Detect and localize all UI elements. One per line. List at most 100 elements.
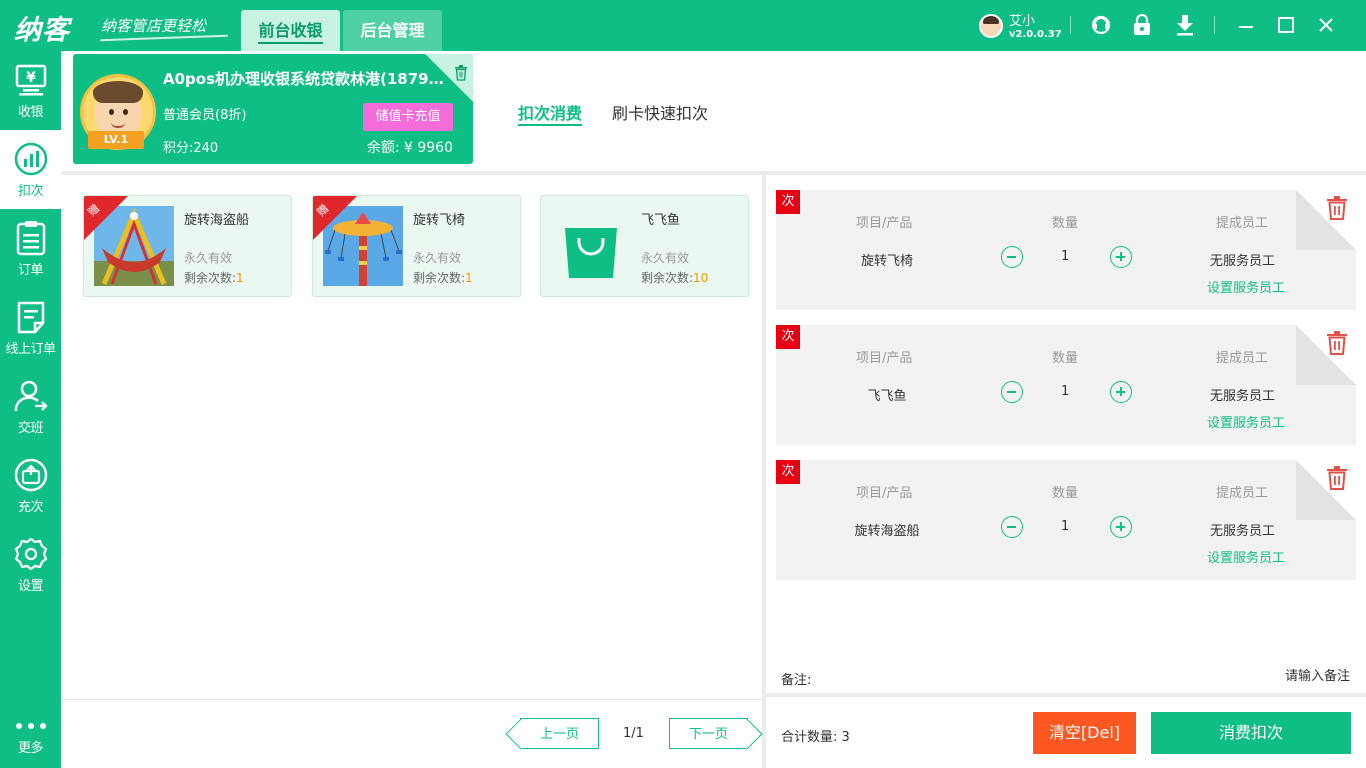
clear-button[interactable]: 清空[Del]: [1033, 712, 1136, 754]
maximize-icon[interactable]: [1273, 12, 1299, 38]
delete-member-icon[interactable]: [454, 65, 468, 81]
top-separator: [1214, 16, 1215, 34]
cart-item: 次 项目/产品 数量 提成员工 飞飞鱼 1 无服务员工 设置服务员工: [776, 325, 1356, 445]
minimize-icon[interactable]: [1233, 12, 1259, 38]
sidebar-item-recharge-times[interactable]: 充次: [0, 446, 61, 525]
tab-deduct-consume[interactable]: 扣次消费: [518, 100, 582, 124]
product-validity: 永久有效: [413, 251, 462, 265]
product-remaining: 剩余次数:1: [413, 269, 473, 286]
set-service-staff-link[interactable]: 设置服务员工: [1207, 412, 1285, 431]
sidebar-item-shift[interactable]: 交班: [0, 367, 61, 446]
header-commission-staff: 提成员工: [1216, 216, 1269, 231]
sidebar-item-orders[interactable]: 订单: [0, 209, 61, 288]
tab-front-cashier-label: 前台收银: [258, 21, 323, 40]
app-version: v2.0.0.37: [1009, 29, 1062, 40]
product-card[interactable]: 飞飞鱼 永久有效 剩余次数:10: [540, 195, 749, 297]
product-card[interactable]: 赠 旋转飞椅 永久有效 剩余次数:1: [312, 195, 521, 297]
tab-front-cashier[interactable]: 前台收银: [241, 10, 340, 51]
member-level-badge: LV.1: [88, 131, 144, 149]
product-validity: 永久有效: [641, 251, 690, 265]
note-input[interactable]: [1180, 669, 1350, 684]
online-order-icon: [17, 301, 44, 334]
top-separator: [1070, 16, 1071, 34]
increase-quantity-button[interactable]: [1110, 381, 1132, 403]
product-remaining: 剩余次数:1: [184, 269, 244, 286]
lock-icon[interactable]: [1129, 12, 1155, 38]
app-slogan: 纳客管店更轻松: [101, 17, 207, 35]
cart-item-name: 旋转海盗船: [854, 524, 920, 539]
trash-icon[interactable]: [1326, 196, 1348, 220]
sidebar-item-label: 设置: [17, 579, 44, 594]
close-icon[interactable]: [1313, 12, 1339, 38]
member-card: LV.1 A0pos机办理收银系统贷款林港(18795... 普通会员(8折) …: [73, 54, 473, 164]
sidebar-item-settings[interactable]: 设置: [0, 525, 61, 604]
sidebar-item-label: 线上订单: [5, 342, 56, 357]
next-page-button[interactable]: 下一页: [669, 718, 748, 749]
sidebar-item-more[interactable]: 更多: [0, 701, 61, 768]
sidebar-item-cashier[interactable]: ¥ 收银: [0, 51, 61, 130]
header-quantity: 数量: [1052, 351, 1079, 366]
sidebar-item-online-orders[interactable]: 线上订单: [0, 288, 61, 367]
download-icon[interactable]: [1172, 12, 1198, 38]
set-service-staff-link[interactable]: 设置服务员工: [1207, 547, 1285, 566]
cart-item: 次 项目/产品 数量 提成员工 旋转飞椅 1 无服务员工 设置服务员工: [776, 190, 1356, 310]
decrease-quantity-button[interactable]: [1001, 381, 1023, 403]
header-quantity: 数量: [1052, 486, 1079, 501]
increase-quantity-button[interactable]: [1110, 246, 1132, 268]
sidebar-item-label: 充次: [17, 500, 44, 515]
user-name[interactable]: 艾小: [1009, 10, 1035, 29]
panel-divider: [61, 699, 762, 700]
shift-handover-icon: [14, 380, 48, 412]
header-item-product: 项目/产品: [856, 351, 913, 366]
app-logo: 纳客: [14, 15, 70, 46]
customer-service-icon[interactable]: [1088, 12, 1114, 38]
cart-item-name: 飞飞鱼: [867, 389, 907, 404]
member-level: 普通会员(8折): [163, 108, 247, 123]
shopping-bag-icon: [551, 206, 631, 286]
avatar-eye: [109, 109, 114, 115]
product-card[interactable]: 赠 旋转海盗船 永久有效 剩余次数:1: [83, 195, 292, 297]
tab-active-underline: [518, 124, 582, 126]
cart-item-staff: 无服务员工: [1210, 389, 1276, 404]
decrease-quantity-button[interactable]: [1001, 516, 1023, 538]
total-quantity-value: 3: [841, 730, 850, 745]
stored-card-recharge-button[interactable]: 储值卡充值: [363, 103, 453, 131]
header-item-product: 项目/产品: [856, 486, 913, 501]
product-name: 旋转飞椅: [413, 213, 466, 228]
sidebar-item-deduct[interactable]: 扣次: [0, 130, 61, 209]
prev-page-button[interactable]: 上一页: [520, 718, 599, 749]
product-remaining: 剩余次数:10: [641, 269, 708, 286]
tab-swipe-quick-deduct[interactable]: 刷卡快速扣次: [612, 100, 708, 124]
header-commission-staff: 提成员工: [1216, 351, 1269, 366]
tab-backend-management[interactable]: 后台管理: [343, 10, 442, 51]
avatar-hair: [93, 81, 143, 103]
user-avatar[interactable]: [979, 14, 1003, 38]
member-balance: 余额: ¥ 9960: [366, 140, 453, 156]
next-page-label: 下一页: [688, 727, 728, 742]
set-service-staff-link[interactable]: 设置服务员工: [1207, 277, 1285, 296]
prev-page-label: 上一页: [539, 727, 579, 742]
remaining-label: 剩余次数:: [413, 271, 466, 285]
cart-item-quantity: 1: [1061, 249, 1070, 264]
total-quantity: 合计数量: 3: [781, 726, 850, 745]
increase-quantity-button[interactable]: [1110, 516, 1132, 538]
header-quantity: 数量: [1052, 216, 1079, 231]
more-dots-icon: [15, 723, 46, 729]
product-name: 旋转海盗船: [184, 213, 250, 228]
member-points: 积分:240: [163, 141, 219, 156]
trash-icon[interactable]: [1326, 331, 1348, 355]
cart-item-staff: 无服务员工: [1210, 254, 1276, 269]
trash-icon[interactable]: [1326, 466, 1348, 490]
recharge-times-icon: [14, 458, 47, 492]
header-item-product: 项目/产品: [856, 216, 913, 231]
times-badge: 次: [776, 190, 800, 214]
order-list-icon: [16, 221, 45, 256]
decrease-quantity-button[interactable]: [1001, 246, 1023, 268]
cash-register-icon: ¥: [15, 64, 46, 96]
gear-icon: [14, 537, 47, 571]
sidebar-item-label: 交班: [17, 421, 44, 436]
sidebar-item-label: 更多: [17, 741, 44, 756]
sidebar-item-label: 收银: [17, 105, 44, 120]
consume-deduct-button[interactable]: 消费扣次: [1151, 712, 1351, 754]
remaining-count: 1: [465, 271, 473, 285]
